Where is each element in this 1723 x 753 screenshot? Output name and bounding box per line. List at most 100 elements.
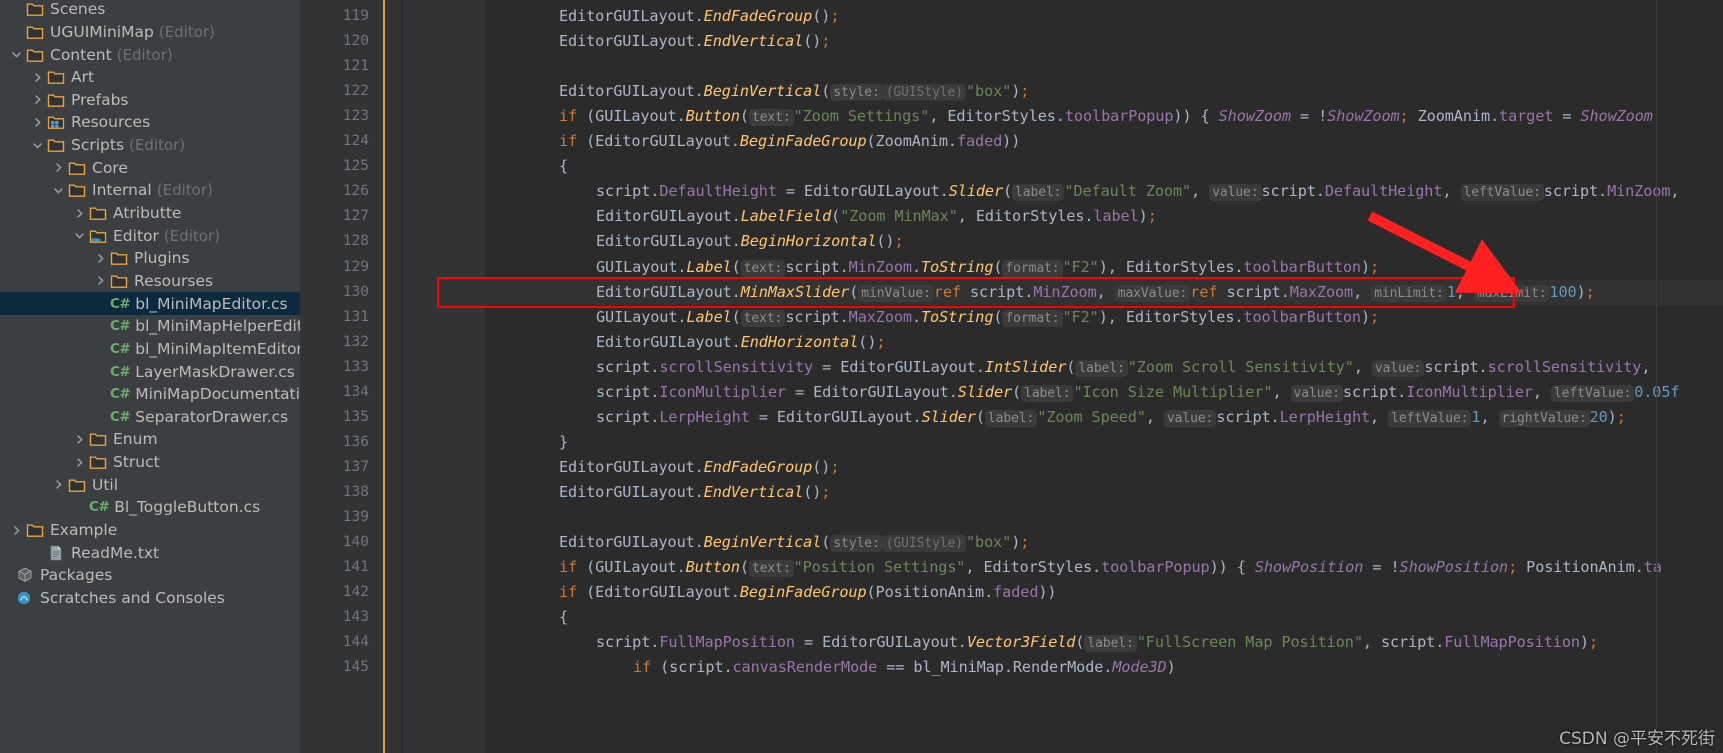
line-number[interactable]: 122 [309,79,369,104]
code-token: = [1553,107,1581,126]
tree-item-scenes[interactable]: Scenes [0,0,300,21]
tree-item-minimapdocumentation[interactable]: C#MiniMapDocumentation. [0,383,300,406]
line-number[interactable]: 132 [309,330,369,355]
line-number[interactable]: 131 [309,305,369,330]
tree-item-atributte[interactable]: Atributte [0,202,300,225]
tree-item-readme-txt[interactable]: ReadMe.txt [0,541,300,564]
line-number[interactable]: 138 [309,480,369,505]
code-line[interactable]: script.LerpHeight = EditorGUILayout.Slid… [596,405,1626,430]
tree-item-layermaskdrawer-cs[interactable]: C# LayerMaskDrawer.cs [0,360,300,383]
code-line[interactable]: script.IconMultiplier = EditorGUILayout.… [596,380,1680,405]
code-line[interactable]: GUILayout.Label(text: script.MaxZoom.ToSt… [596,305,1379,330]
chevron-right-icon[interactable] [94,252,107,265]
line-number[interactable]: 120 [309,29,369,54]
tree-item-content[interactable]: Content (Editor) [0,43,300,66]
chevron-right-icon[interactable] [31,93,44,106]
line-number[interactable]: 144 [309,630,369,655]
code-line[interactable]: } [559,430,568,455]
tree-item-art[interactable]: Art [0,66,300,89]
code-line[interactable]: EditorGUILayout.BeginVertical(style: (GUI… [559,79,1029,104]
line-number-gutter[interactable]: 119 120 121 122 123 124 125 126 127 128 129 130 131 1… [300,0,383,753]
tree-item-bl-minimapeditor-cs[interactable]: C# bl_MiniMapEditor.cs [0,292,300,315]
code-line[interactable]: EditorGUILayout.EndVertical(); [559,29,830,54]
line-number[interactable]: 140 [309,530,369,555]
chevron-right-icon[interactable] [31,71,44,84]
chevron-down-icon[interactable] [52,184,65,197]
code-line[interactable]: if (GUILayout.Button(text: "Position Sett… [559,555,1662,580]
code-line[interactable]: { [559,605,568,630]
line-number[interactable]: 141 [309,555,369,580]
tree-item-scratches-and-consoles[interactable]: Scratches and Consoles [0,587,300,610]
line-number[interactable]: 128 [309,229,369,254]
tree-item-bl-minimaphelpereditor[interactable]: C#bl_MiniMapHelperEditor. [0,315,300,338]
chevron-down-icon[interactable] [73,229,86,242]
line-number[interactable]: 129 [309,255,369,280]
chevron-right-icon[interactable] [73,207,86,220]
code-line[interactable]: GUILayout.Label(text: script.MinZoom.ToSt… [596,255,1379,280]
tree-item-resources[interactable]: Resources [0,111,300,134]
code-line[interactable]: script.scrollSensitivity = EditorGUILayo… [596,355,1651,380]
tree-item-internal[interactable]: Internal (Editor) [0,179,300,202]
code-line[interactable]: if (EditorGUILayout.BeginFadeGroup(Posit… [559,580,1057,605]
chevron-down-icon[interactable] [10,48,23,61]
line-number[interactable]: 145 [309,655,369,680]
line-number[interactable]: 135 [309,405,369,430]
line-number[interactable]: 139 [309,505,369,530]
code-line[interactable]: if (EditorGUILayout.BeginFadeGroup(ZoomA… [559,129,1020,154]
code-editor[interactable]: 119 120 121 122 123 124 125 126 127 128 129 130 131 1… [300,0,1723,753]
tree-item-packages[interactable]: Packages [0,564,300,587]
line-number[interactable]: 137 [309,455,369,480]
line-number[interactable]: 121 [309,54,369,79]
chevron-right-icon[interactable] [73,456,86,469]
chevron-right-icon[interactable] [31,116,44,129]
line-number[interactable]: 127 [309,204,369,229]
code-line[interactable]: script.DefaultHeight = EditorGUILayout.S… [596,179,1680,204]
code-line[interactable]: EditorGUILayout.EndVertical(); [559,480,830,505]
chevron-down-icon[interactable] [31,139,44,152]
code-line[interactable]: EditorGUILayout.EndFadeGroup(); [559,4,839,29]
project-tree-panel[interactable]: Scenes UGUIMiniMap (Editor) Content (Editor)… [0,0,300,753]
tree-item-enum[interactable]: Enum [0,428,300,451]
line-number[interactable]: 130 [309,280,369,305]
chevron-right-icon[interactable] [10,524,23,537]
tree-item-scripts[interactable]: Scripts (Editor) [0,134,300,157]
code-line[interactable]: EditorGUILayout.EndFadeGroup(); [559,455,839,480]
tree-item-util[interactable]: Util [0,473,300,496]
tree-item-plugins[interactable]: Plugins [0,247,300,270]
tree-item-bl-togglebutton-cs[interactable]: C# Bl_ToggleButton.cs [0,496,300,519]
line-number[interactable]: 119 [309,4,369,29]
tree-item-prefabs[interactable]: Prefabs [0,89,300,112]
code-line[interactable]: if (script.canvasRenderMode == bl_MiniMa… [633,655,1176,680]
line-number[interactable]: 136 [309,430,369,455]
tree-item-struct[interactable]: Struct [0,451,300,474]
tree-item-uguiminimap[interactable]: UGUIMiniMap (Editor) [0,21,300,44]
line-number[interactable]: 126 [309,179,369,204]
tree-item-resourses[interactable]: Resourses [0,270,300,293]
code-line[interactable]: EditorGUILayout.MinMaxSlider(minValue: re… [596,280,1595,305]
code-line[interactable]: if (GUILayout.Button(text: "Zoom Settings… [559,104,1653,129]
code-text-area[interactable]: EditorGUILayout.EndFadeGroup(); EditorGUI… [485,0,1723,753]
code-line[interactable]: EditorGUILayout.BeginVertical(style: (GUI… [559,530,1029,555]
code-line[interactable]: { [559,154,568,179]
chevron-right-icon[interactable] [52,478,65,491]
tree-item-example[interactable]: Example [0,519,300,542]
line-number[interactable]: 123 [309,104,369,129]
line-number[interactable]: 125 [309,154,369,179]
code-line[interactable]: EditorGUILayout.LabelField("Zoom MinMax"… [596,204,1157,229]
tree-item-bl-minimapitemeditor-cs[interactable]: C#bl_MiniMapItemEditor.cs [0,338,300,361]
code-line[interactable]: EditorGUILayout.EndHorizontal(); [596,330,886,355]
line-number[interactable]: 124 [309,129,369,154]
tree-item-core[interactable]: Core [0,156,300,179]
line-number[interactable]: 134 [309,380,369,405]
tree-item-separatordrawer-cs[interactable]: C# SeparatorDrawer.cs [0,406,300,429]
code-line[interactable]: EditorGUILayout.BeginHorizontal(); [596,229,904,254]
line-number[interactable]: 142 [309,580,369,605]
chevron-right-icon[interactable] [94,274,107,287]
line-number[interactable]: 143 [309,605,369,630]
code-line[interactable]: script.FullMapPosition = EditorGUILayout… [596,630,1598,655]
code-folding-strip[interactable] [403,0,502,753]
line-number[interactable]: 133 [309,355,369,380]
chevron-right-icon[interactable] [52,161,65,174]
tree-item-editor[interactable]: Editor (Editor) [0,224,300,247]
chevron-right-icon[interactable] [73,433,86,446]
